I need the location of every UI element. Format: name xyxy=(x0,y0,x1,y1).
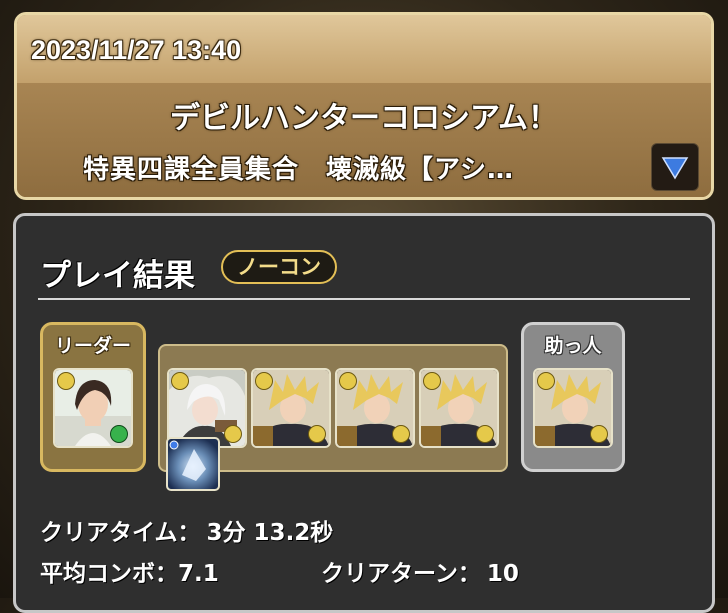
sub-card-4[interactable] xyxy=(419,368,499,448)
leader-card[interactable] xyxy=(53,368,133,448)
leader-slot: リーダー xyxy=(40,322,146,472)
helper-label: 助っ人 xyxy=(544,335,602,357)
dungeon-title: デビルハンターコロシアム！ xyxy=(170,101,558,136)
attribute-wood-icon xyxy=(110,425,128,443)
dungeon-subtitle: 特異四課全員集合 壊滅級【アシ… xyxy=(83,155,514,185)
result-title: プレイ結果 xyxy=(40,258,195,294)
clear-time-value: 3分 13.2秒 xyxy=(206,520,334,546)
attribute-light-icon xyxy=(57,372,75,390)
leader-label: リーダー xyxy=(54,335,131,357)
dungeon-banner: 2023/11/27 13:40 デビルハンターコロシアム！ 特異四課全員集合 … xyxy=(14,12,714,200)
triangle-down-icon xyxy=(661,157,689,180)
attribute-light-icon xyxy=(423,372,441,390)
no-continue-badge: ノーコン xyxy=(221,250,337,284)
clear-time-stat: クリアタイム： 3分 13.2秒 xyxy=(40,513,333,547)
sub-card-2[interactable] xyxy=(251,368,331,448)
assist-equip-card[interactable] xyxy=(166,437,220,491)
attribute-light-icon xyxy=(590,425,608,443)
attribute-light-icon xyxy=(224,425,242,443)
attribute-light-icon xyxy=(537,372,555,390)
average-combo-value: 7.1 xyxy=(178,561,219,587)
attribute-light-icon xyxy=(339,372,357,390)
helper-slot: 助っ人 xyxy=(521,322,625,472)
sub-card-3[interactable] xyxy=(335,368,415,448)
helper-card[interactable] xyxy=(533,368,613,448)
sub-card-1[interactable] xyxy=(167,368,247,448)
clear-turn-value: 10 xyxy=(486,561,519,587)
clear-turn-label: クリアターン： xyxy=(321,561,481,587)
expand-button[interactable] xyxy=(651,143,699,191)
title-divider xyxy=(38,298,690,300)
result-panel: プレイ結果 ノーコン リーダー 助っ人 クリアタイム： 3分 13.2秒 平均コ… xyxy=(13,213,715,613)
average-combo-label: 平均コンボ： xyxy=(40,561,178,587)
blue-crystal-equip-icon xyxy=(169,440,206,481)
attribute-light-icon xyxy=(255,372,273,390)
play-date: 2023/11/27 13:40 xyxy=(31,35,242,65)
attribute-light-icon xyxy=(392,425,410,443)
average-combo-stat: 平均コンボ：7.1 xyxy=(40,554,219,588)
attribute-light-icon xyxy=(171,372,189,390)
clear-time-label: クリアタイム： xyxy=(40,520,201,546)
attribute-light-icon xyxy=(476,425,494,443)
clear-turn-stat: クリアターン： 10 xyxy=(321,554,519,588)
attribute-light-icon xyxy=(308,425,326,443)
